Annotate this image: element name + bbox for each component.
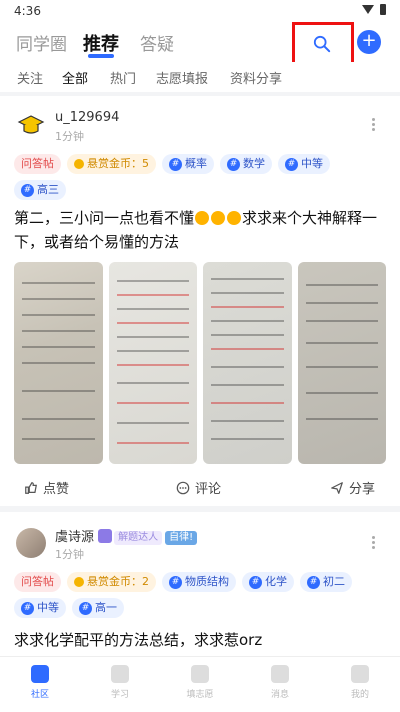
subtab-resources[interactable]: 资料分享	[230, 68, 282, 87]
post-text-part: 第二，三小问一点也看不懂	[14, 209, 195, 227]
graduation-cap-icon[interactable]	[16, 110, 46, 140]
comment-icon	[176, 481, 190, 494]
hash-icon: #	[249, 575, 262, 589]
tab-classmates[interactable]: 同学圈	[16, 30, 67, 55]
tab-recommend[interactable]: 推荐	[83, 30, 119, 56]
post-image[interactable]	[297, 262, 386, 464]
comment-button[interactable]: 评论	[176, 478, 221, 497]
post-tags: 问答帖 悬赏金币：2 # 物质结构 # 化学 # 初二 # 中等 # 高一	[14, 572, 386, 618]
avatar[interactable]	[16, 528, 46, 558]
nav-messages[interactable]: 消息	[260, 665, 300, 700]
search-icon	[313, 35, 331, 53]
share-icon	[331, 481, 343, 494]
post-tags: 问答帖 悬赏金币：5 # 概率 # 数学 # 中等 # 高三	[14, 154, 386, 200]
nav-profile[interactable]: 我的	[340, 665, 380, 700]
title-badge: 解题达人	[114, 531, 163, 545]
post-actions: 点赞 评论 分享	[0, 472, 400, 502]
tag-subject[interactable]: # 化学	[242, 572, 294, 592]
crying-emoji-icon	[227, 211, 242, 225]
subtab-hot[interactable]: 热门	[110, 68, 136, 87]
hash-icon: #	[169, 575, 182, 589]
tag-grade-2[interactable]: # 高一	[72, 598, 124, 618]
nav-study[interactable]: 学习	[100, 665, 140, 700]
bottom-nav: 社区 学习 填志愿 消息 我的	[0, 656, 400, 712]
message-icon	[271, 665, 289, 683]
hash-icon: #	[169, 157, 182, 171]
like-label: 点赞	[43, 482, 70, 497]
subtab-follow[interactable]: 关注	[17, 68, 43, 87]
person-icon	[351, 665, 369, 683]
post-card[interactable]: 虞诗源 解题达人 自律! 1分钟 问答帖 悬赏金币：2 # 物质结构 # 化学 # 初二…	[0, 512, 400, 656]
post-card[interactable]: u_129694 1分钟 问答帖 悬赏金币：5 # 概率 # 数学 # 中等 # 高三 …	[0, 96, 400, 506]
more-icon[interactable]	[372, 536, 376, 550]
tag-grade[interactable]: # 初二	[300, 572, 352, 592]
coin-icon	[74, 577, 84, 587]
tag-reward: 悬赏金币：2	[67, 572, 156, 592]
share-button[interactable]: 分享	[330, 478, 375, 497]
post-image[interactable]	[108, 262, 197, 464]
post-time: 1分钟	[55, 548, 84, 561]
hash-icon: #	[79, 601, 92, 615]
hash-icon: #	[21, 183, 34, 197]
wifi-icon	[362, 5, 374, 14]
comment-label: 评论	[195, 482, 222, 497]
tag-topic[interactable]: # 物质结构	[162, 572, 236, 592]
level-badge-icon	[98, 529, 113, 543]
post-image[interactable]	[203, 262, 292, 464]
subtab-all[interactable]: 全部	[62, 68, 88, 87]
crying-emoji-icon	[211, 211, 226, 225]
username-text: 虞诗源	[55, 530, 95, 545]
post-username[interactable]: 虞诗源 解题达人 自律!	[55, 526, 198, 545]
sub-nav: 关注 全部 热门 志愿填报 资料分享	[0, 62, 400, 92]
thumbs-up-icon	[25, 481, 37, 494]
post-body[interactable]: 求求化学配平的方法总结，求求惹orz	[14, 628, 386, 652]
self-badge: 自律!	[165, 531, 198, 545]
hash-icon: #	[227, 157, 240, 171]
post-image[interactable]	[14, 262, 103, 464]
tag-type[interactable]: 问答帖	[14, 572, 61, 592]
post-images	[14, 262, 386, 464]
nav-community[interactable]: 社区	[20, 665, 60, 700]
hash-icon: #	[21, 601, 34, 615]
top-nav: 同学圈 推荐 答疑 +	[0, 22, 400, 68]
tag-reward: 悬赏金币：5	[67, 154, 156, 174]
post-body[interactable]: 第二，三小问一点也看不懂 求求来个大神解释一下，或者给个易懂的方法	[14, 206, 386, 254]
tag-topic[interactable]: # 概率	[162, 154, 214, 174]
post-username[interactable]: u_129694	[55, 110, 119, 125]
tag-subject[interactable]: # 数学	[220, 154, 272, 174]
more-icon[interactable]	[372, 118, 376, 132]
system-icons	[362, 4, 386, 15]
book-icon	[111, 665, 129, 683]
tag-grade[interactable]: # 高三	[14, 180, 66, 200]
hash-icon: #	[285, 157, 298, 171]
tag-difficulty[interactable]: # 中等	[14, 598, 66, 618]
form-icon	[191, 665, 209, 683]
post-time: 1分钟	[55, 130, 84, 143]
status-bar: 4:36	[0, 0, 400, 22]
status-time: 4:36	[14, 4, 41, 18]
nav-volunteer[interactable]: 填志愿	[180, 665, 220, 700]
battery-icon	[380, 4, 386, 15]
active-tab-indicator	[88, 54, 114, 58]
subtab-volunteer[interactable]: 志愿填报	[156, 68, 208, 87]
plus-icon[interactable]: +	[357, 30, 381, 54]
tag-type[interactable]: 问答帖	[14, 154, 61, 174]
tab-qa[interactable]: 答疑	[140, 30, 174, 55]
tag-difficulty[interactable]: # 中等	[278, 154, 330, 174]
like-button[interactable]: 点赞	[24, 478, 69, 497]
share-label: 分享	[349, 482, 376, 497]
coin-icon	[74, 159, 84, 169]
hash-icon: #	[307, 575, 320, 589]
crying-emoji-icon	[195, 211, 210, 225]
community-icon	[31, 665, 49, 683]
